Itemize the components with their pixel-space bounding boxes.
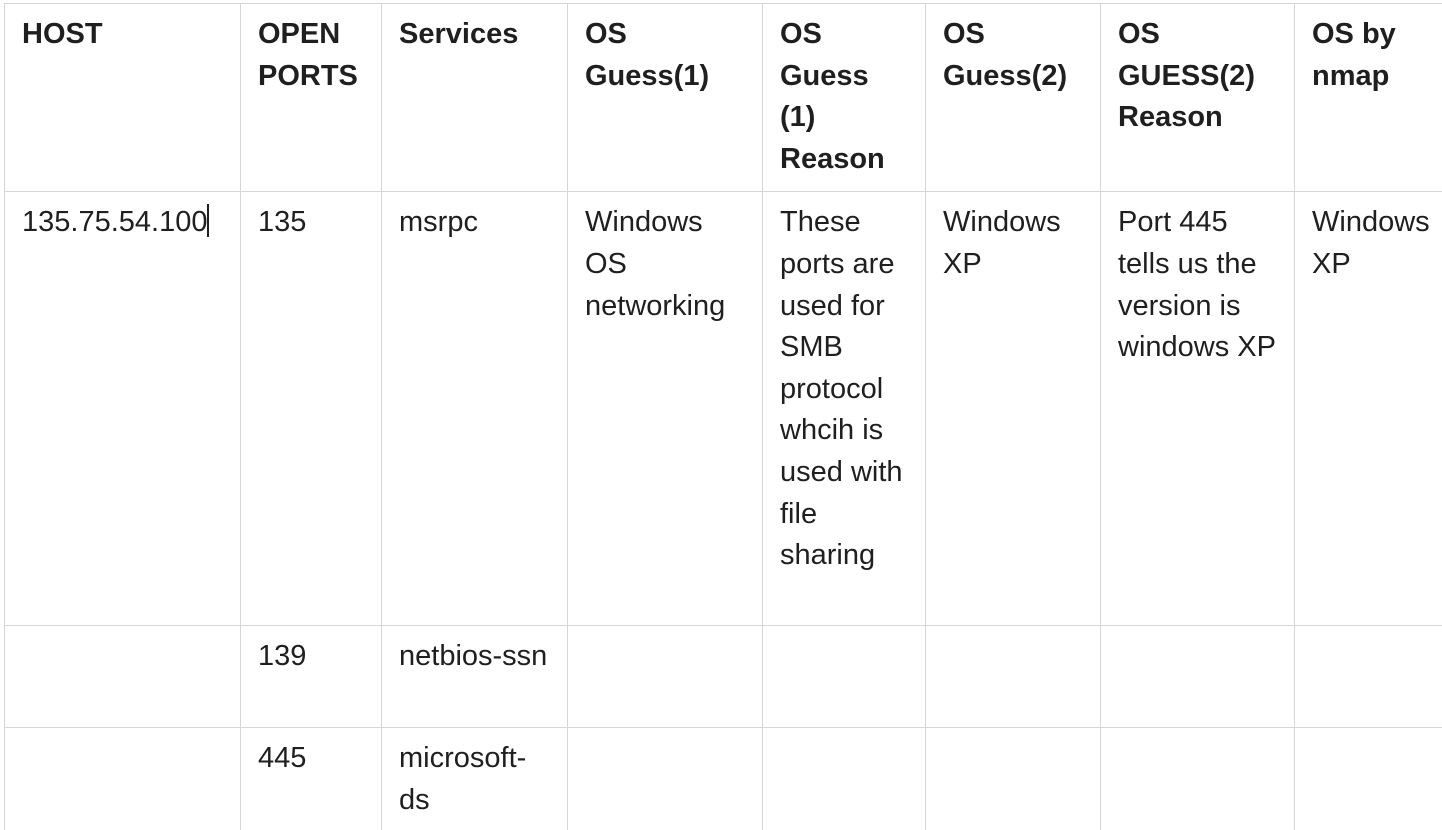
cell-os-guess-1[interactable] <box>567 625 763 729</box>
text-cursor <box>207 204 209 238</box>
cell-open-port[interactable]: 445 <box>240 727 382 830</box>
cell-open-port[interactable]: 135 <box>240 191 382 627</box>
cell-os-guess-2-reason[interactable] <box>1100 727 1295 830</box>
cell-os-guess-1-reason[interactable] <box>762 625 926 729</box>
header-host[interactable]: HOST <box>4 2 241 193</box>
scan-results-table: HOST OPEN PORTS Services OS Guess(1) OS … <box>4 2 1442 830</box>
document-page: HOST OPEN PORTS Services OS Guess(1) OS … <box>0 0 1442 830</box>
table-row: 135.75.54.100 135 msrpc Windows OS netwo… <box>4 191 1442 627</box>
cell-open-port[interactable]: 139 <box>240 625 382 729</box>
table-row: 139 netbios-ssn <box>4 625 1442 729</box>
header-os-guess-1-reason[interactable]: OS Guess (1) Reason <box>762 2 926 193</box>
header-services[interactable]: Services <box>381 2 568 193</box>
cell-os-guess-2[interactable]: Windows XP <box>925 191 1101 627</box>
cell-os-guess-2[interactable] <box>925 625 1101 729</box>
cell-service[interactable]: netbios-ssn <box>381 625 568 729</box>
cell-os-guess-2-reason[interactable] <box>1100 625 1295 729</box>
cell-os-by-nmap[interactable] <box>1294 625 1442 729</box>
cell-os-guess-1-reason[interactable]: These ports are used for SMB protocol wh… <box>762 191 926 627</box>
cell-service[interactable]: microsoft-ds <box>381 727 568 830</box>
host-value: 135.75.54.100 <box>22 206 208 239</box>
cell-os-by-nmap[interactable] <box>1294 727 1442 830</box>
header-os-guess-2-reason[interactable]: OS GUESS(2) Reason <box>1100 2 1295 193</box>
header-open-ports[interactable]: OPEN PORTS <box>240 2 382 193</box>
table-header-row: HOST OPEN PORTS Services OS Guess(1) OS … <box>4 2 1442 193</box>
cell-host[interactable] <box>4 727 241 830</box>
cell-os-guess-1-reason[interactable] <box>762 727 926 830</box>
cell-service[interactable]: msrpc <box>381 191 568 627</box>
cell-os-by-nmap[interactable]: Windows XP <box>1294 191 1442 627</box>
cell-host[interactable] <box>4 625 241 729</box>
cell-os-guess-1[interactable]: Windows OS networking <box>567 191 763 627</box>
header-os-by-nmap[interactable]: OS by nmap <box>1294 2 1442 193</box>
cell-host[interactable]: 135.75.54.100 <box>4 191 241 627</box>
cell-os-guess-1[interactable] <box>567 727 763 830</box>
header-os-guess-1[interactable]: OS Guess(1) <box>567 2 763 193</box>
header-os-guess-2[interactable]: OS Guess(2) <box>925 2 1101 193</box>
table-row: 445 microsoft-ds <box>4 727 1442 830</box>
cell-os-guess-2-reason[interactable]: Port 445 tells us the version is windows… <box>1100 191 1295 627</box>
cell-os-guess-2[interactable] <box>925 727 1101 830</box>
